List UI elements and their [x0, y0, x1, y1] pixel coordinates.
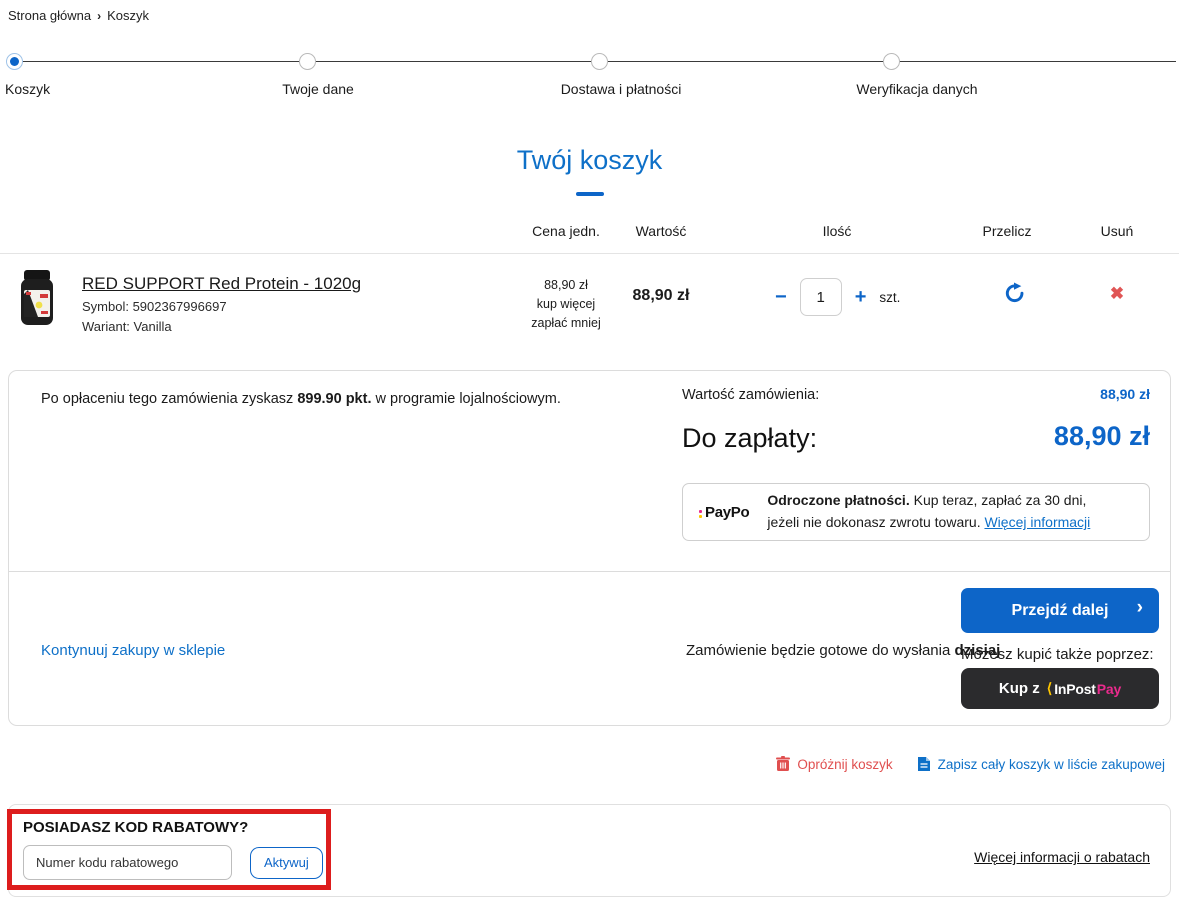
unit-price-cell: 88,90 zł kup więcej zapłać mniej: [531, 276, 600, 332]
discount-more-info-link[interactable]: Więcej informacji o rabatach: [974, 849, 1150, 865]
order-value-amount: 88,90 zł: [1100, 386, 1150, 402]
quantity-input[interactable]: [800, 278, 842, 316]
step-label-your-data: Twoje dane: [282, 81, 354, 97]
paypo-description: Odroczone płatności. Kup teraz, zapłać z…: [767, 490, 1090, 533]
activate-discount-button[interactable]: Aktywuj: [250, 847, 323, 879]
to-pay-label: Do zapłaty:: [682, 423, 817, 454]
header-recalculate: Przelicz: [982, 223, 1031, 239]
header-quantity: Ilość: [823, 223, 852, 239]
discount-code-section: POSIADASZ KOD RABATOWY? Aktywuj Więcej i…: [8, 804, 1171, 897]
step-label-delivery: Dostawa i płatności: [561, 81, 682, 97]
loyalty-points: 899.90 pkt.: [297, 391, 371, 407]
discount-form: Aktywuj: [23, 845, 323, 880]
paypo-rest-2: jeżeli nie dokonasz zwrotu towaru.: [767, 514, 984, 530]
header-remove: Usuń: [1101, 223, 1134, 239]
unit-price-note-1: kup więcej: [531, 295, 600, 314]
recalculate-icon[interactable]: [1003, 282, 1025, 309]
step-circle-your-data: [299, 53, 316, 70]
breadcrumb-home-link[interactable]: Strona główna: [8, 8, 91, 23]
discount-title: POSIADASZ KOD RABATOWY?: [23, 819, 248, 836]
product-variant: Wariant: Vanilla: [82, 319, 361, 334]
step-circle-cart: [6, 53, 23, 70]
proceed-button[interactable]: Przejdź dalej ›: [961, 588, 1159, 633]
paypo-logo: PayPo: [699, 504, 749, 521]
inpost-brand-white: InPost: [1054, 681, 1096, 697]
step-circle-verification: [883, 53, 900, 70]
breadcrumb-separator-icon: ›: [97, 9, 101, 23]
save-to-list-action[interactable]: Zapisz cały koszyk w liście zakupowej: [917, 756, 1165, 772]
continue-shopping-link[interactable]: Kontynuuj zakupy w sklepie: [41, 642, 225, 659]
save-to-list-label: Zapisz cały koszyk w liście zakupowej: [938, 757, 1165, 772]
summary-bottom-section: Kontynuuj zakupy w sklepie Zamówienie bę…: [9, 572, 1170, 725]
unit-price-value: 88,90 zł: [531, 276, 600, 295]
remove-item-icon[interactable]: ✖: [1110, 284, 1124, 304]
unit-price-note-2: zapłać mniej: [531, 314, 600, 333]
loyalty-suffix: w programie lojalnościowym.: [371, 391, 560, 407]
to-pay-amount: 88,90 zł: [1054, 421, 1150, 452]
breadcrumb: Strona główna › Koszyk: [0, 0, 1179, 23]
empty-cart-label: Opróżnij koszyk: [797, 757, 892, 772]
header-unit-price: Cena jedn.: [532, 223, 600, 239]
title-underline: [576, 192, 604, 196]
ready-prefix: Zamówienie będzie gotowe do wysłania: [686, 642, 954, 659]
quantity-stepper: − + szt.: [775, 278, 900, 316]
product-image[interactable]: [16, 268, 58, 335]
checkout-stepper: Koszyk Twoje dane Dostawa i płatności We…: [0, 49, 1179, 111]
step-circle-delivery: [591, 53, 608, 70]
order-value-label: Wartość zamówienia:: [682, 387, 819, 403]
cart-actions-row: Opróżnij koszyk Zapisz cały koszyk w liś…: [0, 756, 1165, 772]
step-label-cart: Koszyk: [5, 81, 50, 97]
also-buy-label: Możesz kupić także poprzez:: [961, 646, 1154, 663]
paypo-bold: Odroczone płatności.: [767, 492, 909, 508]
paypo-logo-text: PayPo: [705, 504, 749, 521]
discount-code-input[interactable]: [23, 845, 232, 880]
inpost-logo-icon: ⟨: [1047, 680, 1052, 697]
cart-summary-box: Po opłaceniu tego zamówienia zyskasz 899…: [8, 370, 1171, 726]
paypo-rest-1: Kup teraz, zapłać za 30 dni,: [910, 492, 1087, 508]
item-value-cell: 88,90 zł: [633, 287, 690, 305]
step-label-verification: Weryfikacja danych: [856, 81, 977, 97]
chevron-right-icon: ›: [1137, 597, 1143, 619]
trash-icon: [776, 756, 790, 772]
breadcrumb-current: Koszyk: [107, 8, 149, 23]
paypo-info-box: PayPo Odroczone płatności. Kup teraz, za…: [682, 483, 1150, 541]
quantity-unit-label: szt.: [879, 290, 900, 305]
cart-item-row: RED SUPPORT Red Protein - 1020g Symbol: …: [0, 254, 1179, 352]
paypo-more-info-link[interactable]: Więcej informacji: [984, 514, 1090, 530]
inpost-prefix: Kup z: [999, 680, 1040, 697]
product-info: RED SUPPORT Red Protein - 1020g Symbol: …: [82, 274, 361, 334]
summary-top-section: Po opłaceniu tego zamówienia zyskasz 899…: [9, 371, 1170, 571]
page-title: Twój koszyk: [0, 145, 1179, 176]
inpost-pay-button[interactable]: Kup z ⟨ InPost Pay: [961, 668, 1159, 709]
product-symbol: Symbol: 5902367996697: [82, 299, 361, 314]
product-name-link[interactable]: RED SUPPORT Red Protein - 1020g: [82, 274, 361, 293]
cart-table-header: Cena jedn. Wartość Ilość Przelicz Usuń: [0, 206, 1179, 254]
quantity-increase-button[interactable]: +: [855, 287, 867, 307]
proceed-button-label: Przejdź dalej: [1012, 602, 1109, 620]
empty-cart-action[interactable]: Opróżnij koszyk: [776, 756, 892, 772]
inpost-brand-pink: Pay: [1097, 681, 1121, 697]
paypo-logo-dots-icon: [699, 510, 702, 518]
loyalty-prefix: Po opłaceniu tego zamówienia zyskasz: [41, 391, 297, 407]
header-value: Wartość: [636, 223, 687, 239]
shipping-ready-text: Zamówienie będzie gotowe do wysłania dzi…: [686, 642, 1000, 659]
quantity-decrease-button[interactable]: −: [775, 287, 787, 307]
document-icon: [917, 756, 931, 772]
loyalty-info: Po opłaceniu tego zamówienia zyskasz 899…: [41, 391, 561, 407]
